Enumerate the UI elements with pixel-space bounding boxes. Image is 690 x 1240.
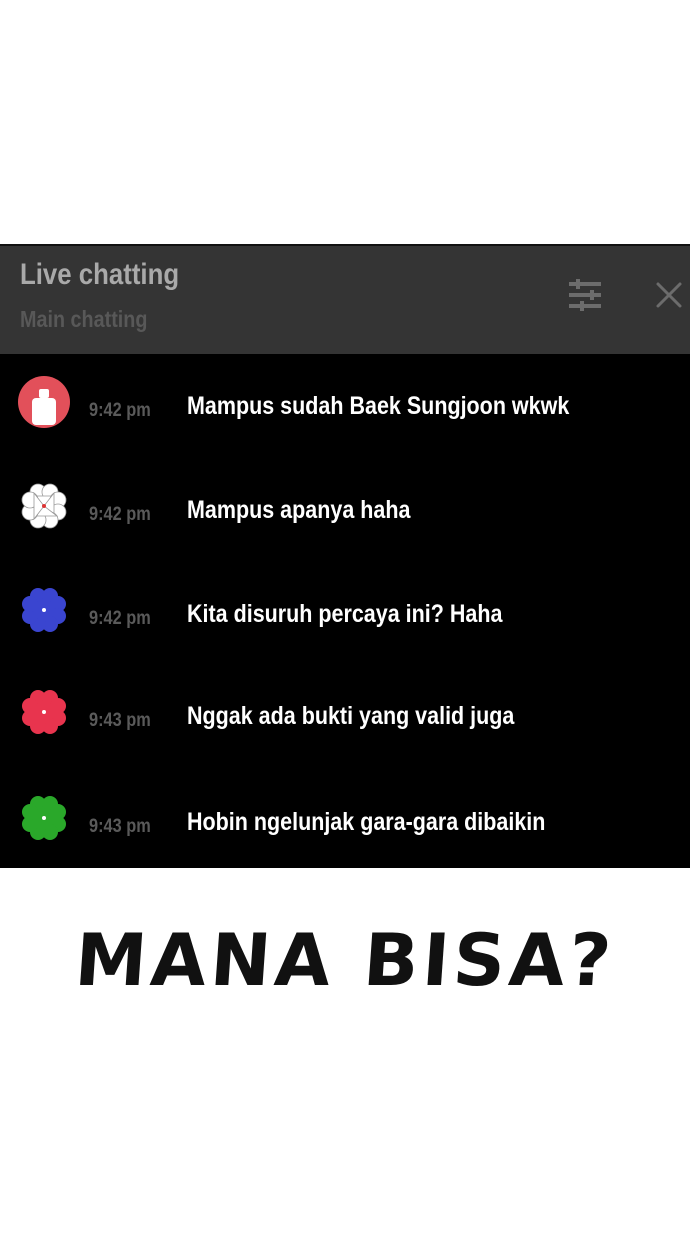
filter-button[interactable] (566, 276, 604, 314)
chat-message: 9:43 pm Nggak ada bukti yang valid juga (0, 664, 690, 768)
message-text: Mampus sudah Baek Sungjoon wkwk (187, 392, 570, 420)
filter-sliders-icon (569, 279, 601, 311)
clover-icon[interactable] (16, 582, 72, 638)
clover-icon[interactable] (16, 790, 72, 846)
close-icon (656, 282, 682, 308)
clover-icon[interactable] (16, 684, 72, 740)
message-time: 9:43 pm (89, 710, 151, 731)
clover-icon[interactable] (16, 478, 72, 534)
user-profile-icon[interactable] (16, 374, 72, 430)
message-text: Mampus apanya haha (187, 496, 411, 524)
message-time: 9:43 pm (89, 816, 151, 837)
chat-header: Live chatting Main chatting (0, 246, 690, 354)
close-button[interactable] (654, 280, 684, 310)
chat-message: 9:43 pm Hobin ngelunjak gara-gara dibaik… (0, 770, 690, 874)
message-time: 9:42 pm (89, 400, 151, 421)
chat-message: 9:42 pm Mampus sudah Baek Sungjoon wkwk (0, 354, 690, 458)
caption-text: MANA BISA? (72, 918, 618, 1002)
message-time: 9:42 pm (89, 608, 151, 629)
chat-message: 9:42 pm Kita disuruh percaya ini? Haha (0, 562, 690, 666)
message-text: Hobin ngelunjak gara-gara dibaikin (187, 808, 546, 836)
message-time: 9:42 pm (89, 504, 151, 525)
live-chat-panel: Live chatting Main chatting 9:42 pm Mamp… (0, 244, 690, 868)
chat-message: 9:42 pm Mampus apanya haha (0, 458, 690, 562)
message-text: Nggak ada bukti yang valid juga (187, 702, 515, 730)
message-text: Kita disuruh percaya ini? Haha (187, 600, 503, 628)
message-list[interactable]: 9:42 pm Mampus sudah Baek Sungjoon wkwk … (0, 354, 690, 868)
chat-title: Live chatting (20, 258, 180, 291)
chat-subtitle-tab[interactable]: Main chatting (20, 306, 147, 333)
